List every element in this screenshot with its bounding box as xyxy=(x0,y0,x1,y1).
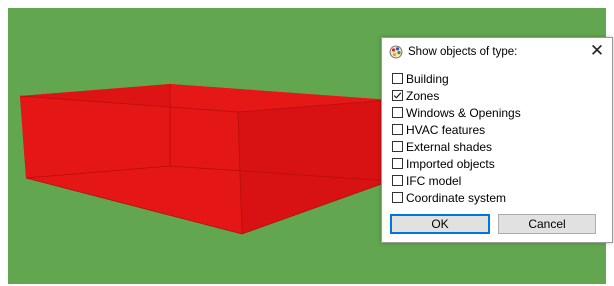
imported-objects-checkbox[interactable] xyxy=(392,158,403,169)
dialog-titlebar[interactable]: Show objects of type: ✕ xyxy=(382,38,612,66)
zones-checkbox[interactable] xyxy=(392,90,403,101)
palette-icon xyxy=(389,45,403,59)
option-label: Coordinate system xyxy=(406,191,507,205)
option-label: Zones xyxy=(406,89,440,103)
ok-button[interactable]: OK xyxy=(390,214,490,234)
external-shades-checkbox[interactable] xyxy=(392,141,403,152)
option-label: HVAC features xyxy=(406,123,486,137)
windows-openings-checkbox[interactable] xyxy=(392,107,403,118)
option-label: Building xyxy=(406,72,449,86)
option-label: External shades xyxy=(406,140,493,154)
ifc-model-checkbox[interactable] xyxy=(392,175,403,186)
hvac-features-checkbox[interactable] xyxy=(392,124,403,135)
option-label: Windows & Openings xyxy=(406,106,521,120)
show-objects-dialog: Show objects of type: ✕ Building Zones W… xyxy=(381,37,613,243)
coordinate-system-checkbox[interactable] xyxy=(392,192,403,203)
checkmark-icon xyxy=(393,92,402,99)
close-button[interactable]: ✕ xyxy=(582,38,612,64)
building-checkbox[interactable] xyxy=(392,73,403,84)
dialog-title: Show objects of type: xyxy=(408,46,518,58)
cancel-button[interactable]: Cancel xyxy=(498,214,596,234)
option-label: IFC model xyxy=(406,174,462,188)
option-label: Imported objects xyxy=(406,157,495,171)
